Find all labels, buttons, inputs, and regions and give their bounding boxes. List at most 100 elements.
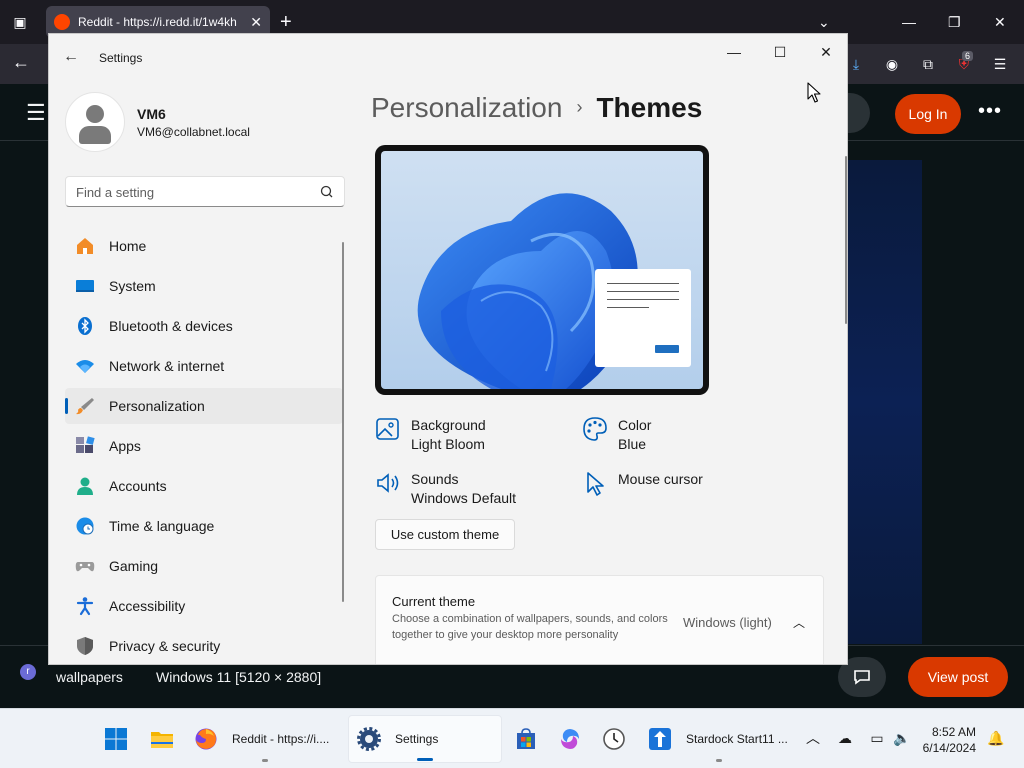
- new-tab-button[interactable]: +: [280, 10, 292, 34]
- hamburger-menu-icon[interactable]: ☰: [26, 100, 46, 126]
- page-title: Themes: [596, 92, 703, 123]
- background-title: Background: [411, 417, 486, 433]
- network-icon[interactable]: ▭: [868, 729, 886, 747]
- theme-sounds-option[interactable]: Sounds Windows Default: [375, 470, 516, 508]
- back-arrow-icon[interactable]: ←: [63, 48, 79, 66]
- theme-color-option[interactable]: Color Blue: [582, 416, 651, 454]
- sidebar-item-label: Privacy & security: [109, 638, 221, 654]
- sidebar-item-label: Apps: [109, 438, 141, 454]
- sidebar-item-apps[interactable]: Apps: [65, 428, 343, 464]
- avatar[interactable]: [65, 92, 125, 152]
- image-icon: [376, 418, 399, 440]
- home-icon: [75, 236, 95, 256]
- theme-cursor-option[interactable]: Mouse cursor: [582, 470, 703, 496]
- sidebar-item-network[interactable]: Network & internet: [65, 348, 343, 384]
- search-box[interactable]: [65, 176, 345, 207]
- extension-badge: 6: [962, 51, 974, 61]
- sidebar-item-label: Gaming: [109, 558, 159, 574]
- active-indicator: [417, 758, 433, 761]
- firefox-icon: [195, 728, 217, 750]
- show-hidden-icons-chevron-icon[interactable]: ︿: [804, 729, 822, 747]
- browser-minimize-button[interactable]: —: [902, 10, 916, 34]
- clock-time: 8:52 AM: [931, 725, 976, 739]
- theme-background-option[interactable]: Background Light Bloom: [375, 416, 486, 454]
- browser-back-button[interactable]: ←: [12, 52, 30, 73]
- breadcrumb-parent[interactable]: Personalization: [371, 92, 562, 123]
- volume-muted-icon[interactable]: 🔈: [893, 729, 911, 747]
- window-title: Settings: [99, 51, 143, 65]
- copilot-icon: [561, 729, 579, 749]
- brush-icon: [75, 396, 95, 416]
- taskbar-start-button[interactable]: [104, 715, 134, 763]
- use-custom-theme-button[interactable]: Use custom theme: [375, 519, 515, 550]
- sidebar-item-home[interactable]: Home: [65, 228, 343, 264]
- sidebar-item-label: System: [109, 278, 156, 294]
- taskbar-store[interactable]: [514, 715, 540, 763]
- color-title: Color: [618, 417, 652, 433]
- avatar-body: [79, 126, 111, 144]
- sidebar-item-gaming[interactable]: Gaming: [65, 548, 343, 584]
- close-tab-icon[interactable]: ✕: [250, 14, 262, 31]
- taskbar-clock-app[interactable]: [602, 715, 628, 763]
- browser-restore-button[interactable]: ❐: [948, 10, 961, 34]
- tab-list-chevron-icon[interactable]: ⌄: [818, 10, 830, 34]
- tab-overview-icon[interactable]: ▣: [10, 12, 30, 32]
- login-button[interactable]: Log In: [895, 94, 961, 134]
- preview-accent-button: [655, 345, 679, 353]
- folder-icon: [151, 732, 173, 748]
- theme-preview-screen: [381, 151, 703, 389]
- theme-preview: [375, 145, 709, 395]
- chevron-up-icon[interactable]: ︿: [793, 614, 805, 631]
- sidebar-item-accessibility[interactable]: Accessibility: [65, 588, 343, 624]
- close-button[interactable]: ✕: [803, 38, 847, 66]
- globe-clock-icon: [75, 516, 95, 536]
- minimize-button[interactable]: —: [711, 38, 757, 66]
- sounds-value: Windows Default: [411, 490, 517, 506]
- account-icon[interactable]: ◉: [882, 54, 902, 74]
- search-icon[interactable]: [318, 183, 336, 201]
- browser-close-button[interactable]: ✕: [994, 10, 1006, 34]
- content-scrollbar[interactable]: [845, 156, 847, 324]
- notification-bell-icon[interactable]: 🔔: [987, 729, 1005, 747]
- sidebar-item-label: Accessibility: [109, 598, 186, 614]
- view-post-button[interactable]: View post: [908, 657, 1008, 697]
- onedrive-icon[interactable]: ☁: [836, 729, 854, 747]
- preview-window-card: [595, 269, 691, 367]
- sidebar-item-system[interactable]: System: [65, 268, 343, 304]
- reddit-favicon-icon: [54, 14, 70, 30]
- user-email: VM6@collabnet.local: [137, 125, 250, 139]
- breadcrumb-separator: ›: [576, 97, 583, 117]
- sidebar-item-time-language[interactable]: Time & language: [65, 508, 343, 544]
- subreddit-name[interactable]: wallpapers: [56, 669, 123, 685]
- taskbar-clock[interactable]: 8:52 AM 6/14/2024: [918, 724, 976, 756]
- taskbar-file-explorer[interactable]: [150, 715, 178, 763]
- preview-text-line: [607, 307, 649, 308]
- extensions-icon[interactable]: ⧉: [918, 54, 938, 74]
- current-theme-value: Windows (light): [683, 615, 772, 630]
- download-icon[interactable]: ⤓: [846, 54, 866, 74]
- gear-icon: [357, 727, 381, 751]
- taskbar-label: Settings: [395, 732, 439, 746]
- taskbar-firefox[interactable]: Reddit - https://i....: [192, 715, 338, 763]
- nav-scrollbar[interactable]: [342, 242, 344, 602]
- sidebar-item-bluetooth[interactable]: Bluetooth & devices: [65, 308, 343, 344]
- post-title: Windows 11 [5120 × 2880]: [156, 669, 322, 685]
- sidebar-item-personalization[interactable]: Personalization: [65, 388, 343, 424]
- taskbar-copilot[interactable]: [558, 715, 584, 763]
- sidebar-item-accounts[interactable]: Accounts: [65, 468, 343, 504]
- sidebar-item-label: Personalization: [109, 398, 205, 414]
- search-input[interactable]: [76, 183, 306, 201]
- taskbar-stardock[interactable]: Stardock Start11 ...: [644, 715, 794, 763]
- sidebar-item-label: Bluetooth & devices: [109, 318, 233, 334]
- more-options-icon[interactable]: •••: [978, 100, 1002, 123]
- maximize-button[interactable]: ☐: [757, 38, 803, 66]
- sidebar-item-privacy[interactable]: Privacy & security: [65, 628, 343, 664]
- current-theme-title: Current theme: [392, 594, 476, 609]
- menu-icon[interactable]: ☰: [990, 54, 1010, 74]
- mouse-cursor-icon: [587, 472, 604, 496]
- shield-icon: [75, 636, 95, 656]
- taskbar-settings[interactable]: Settings: [348, 715, 502, 763]
- color-value: Blue: [618, 436, 647, 452]
- current-theme-card[interactable]: Current theme Choose a combination of wa…: [375, 575, 824, 664]
- preview-text-line: [607, 283, 679, 284]
